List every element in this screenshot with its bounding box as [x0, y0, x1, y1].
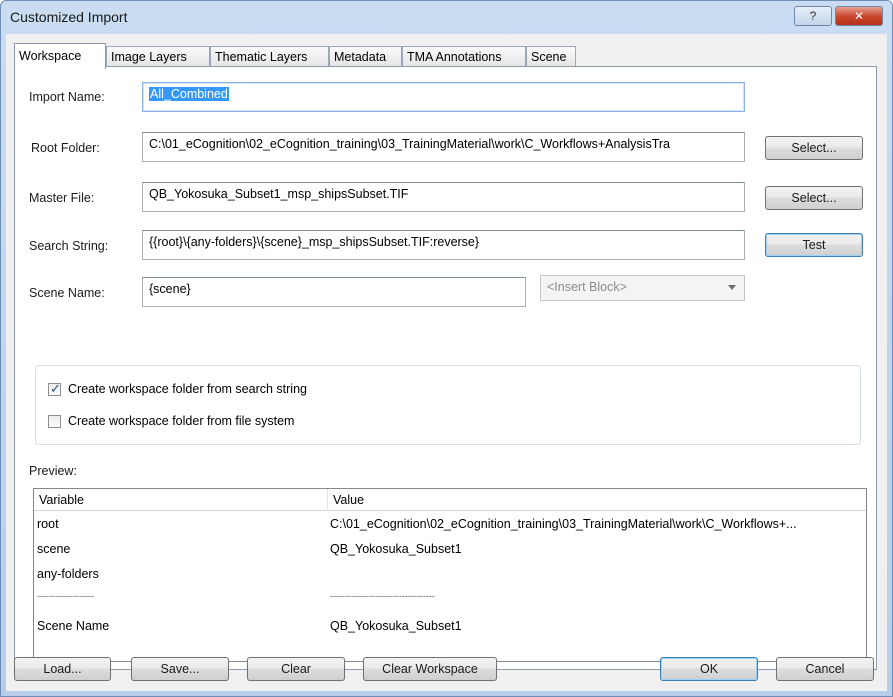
dialog-client-area: Workspace Image Layers Thematic Layers M… — [6, 34, 887, 691]
table-row[interactable]: scene QB_Yokosuka_Subset1 — [34, 542, 866, 560]
from-file-system-label: Create workspace folder from file system — [68, 414, 295, 428]
column-header-variable[interactable]: Variable — [34, 489, 330, 511]
row-variable: scene — [37, 542, 71, 556]
table-row[interactable]: root C:\01_eCognition\02_eCognition_trai… — [34, 517, 866, 535]
chevron-down-icon — [728, 285, 736, 290]
preview-list[interactable]: Variable Value root C:\01_eCognition\02_… — [33, 488, 867, 662]
window-title: Customized Import — [10, 9, 128, 25]
table-row[interactable]: Scene Name QB_Yokosuka_Subset1 — [34, 619, 866, 637]
help-button[interactable]: ? — [794, 6, 832, 26]
title-bar[interactable]: Customized Import ? ✕ — [1, 1, 892, 35]
import-name-value: All_Combined — [149, 87, 229, 101]
clear-workspace-button[interactable]: Clear Workspace — [363, 657, 497, 681]
table-row[interactable]: any-folders — [34, 567, 866, 585]
row-variable: Scene Name — [37, 619, 110, 633]
save-button[interactable]: Save... — [131, 657, 229, 681]
customized-import-dialog: Customized Import ? ✕ Workspace Image La… — [0, 0, 893, 697]
import-name-label: Import Name: — [29, 90, 105, 104]
row-variable: any-folders — [37, 567, 99, 581]
from-search-string-label: Create workspace folder from search stri… — [68, 382, 307, 396]
ok-button[interactable]: OK — [660, 657, 758, 681]
tab-workspace[interactable]: Workspace — [14, 43, 106, 69]
root-folder-label: Root Folder: — [31, 141, 100, 155]
workspace-tab-panel: Import Name: All_Combined Root Folder: C… — [14, 66, 877, 670]
close-button[interactable]: ✕ — [835, 6, 883, 26]
search-string-label: Search String: — [29, 239, 109, 253]
scene-name-input[interactable]: {scene} — [142, 277, 526, 307]
row-value: C:\01_eCognition\02_eCognition_training\… — [330, 517, 797, 531]
search-string-input[interactable]: {{root}\{any-folders}\{scene}_msp_shipsS… — [142, 230, 745, 260]
tab-tma-annotations[interactable]: TMA Annotations — [402, 46, 526, 68]
from-file-system-checkbox[interactable] — [48, 415, 61, 428]
master-file-label: Master File: — [29, 191, 95, 205]
tab-metadata[interactable]: Metadata — [329, 46, 402, 68]
row-variable: root — [37, 517, 59, 531]
master-file-input[interactable]: QB_Yokosuka_Subset1_msp_shipsSubset.TIF — [142, 182, 745, 212]
preview-label: Preview: — [29, 464, 77, 478]
workspace-folder-options-group: ✓ Create workspace folder from search st… — [35, 365, 861, 445]
checkmark-icon: ✓ — [50, 381, 61, 396]
root-folder-input[interactable]: C:\01_eCognition\02_eCognition_training\… — [142, 132, 745, 162]
root-folder-select-button[interactable]: Select... — [765, 136, 863, 160]
tab-image-layers[interactable]: Image Layers — [106, 46, 210, 68]
table-row[interactable]: ------------------- --------------------… — [34, 591, 866, 609]
insert-block-value: <Insert Block> — [547, 280, 627, 294]
insert-block-dropdown[interactable]: <Insert Block> — [540, 275, 745, 301]
from-search-string-checkbox[interactable]: ✓ — [48, 381, 61, 396]
master-file-select-button[interactable]: Select... — [765, 186, 863, 210]
import-name-input[interactable]: All_Combined — [142, 82, 745, 112]
test-button[interactable]: Test — [765, 233, 863, 257]
tab-scene[interactable]: Scene — [526, 46, 576, 68]
row-value: QB_Yokosuka_Subset1 — [330, 542, 462, 556]
cancel-button[interactable]: Cancel — [776, 657, 874, 681]
tab-thematic-layers[interactable]: Thematic Layers — [210, 46, 329, 68]
preview-list-header: Variable Value — [34, 489, 866, 511]
column-header-value[interactable]: Value — [327, 489, 866, 511]
row-variable: ------------------- — [37, 591, 94, 601]
row-value: ----------------------------------- — [330, 591, 435, 601]
row-value: QB_Yokosuka_Subset1 — [330, 619, 462, 633]
scene-name-label: Scene Name: — [29, 286, 105, 300]
load-button[interactable]: Load... — [14, 657, 111, 681]
clear-button[interactable]: Clear — [247, 657, 345, 681]
